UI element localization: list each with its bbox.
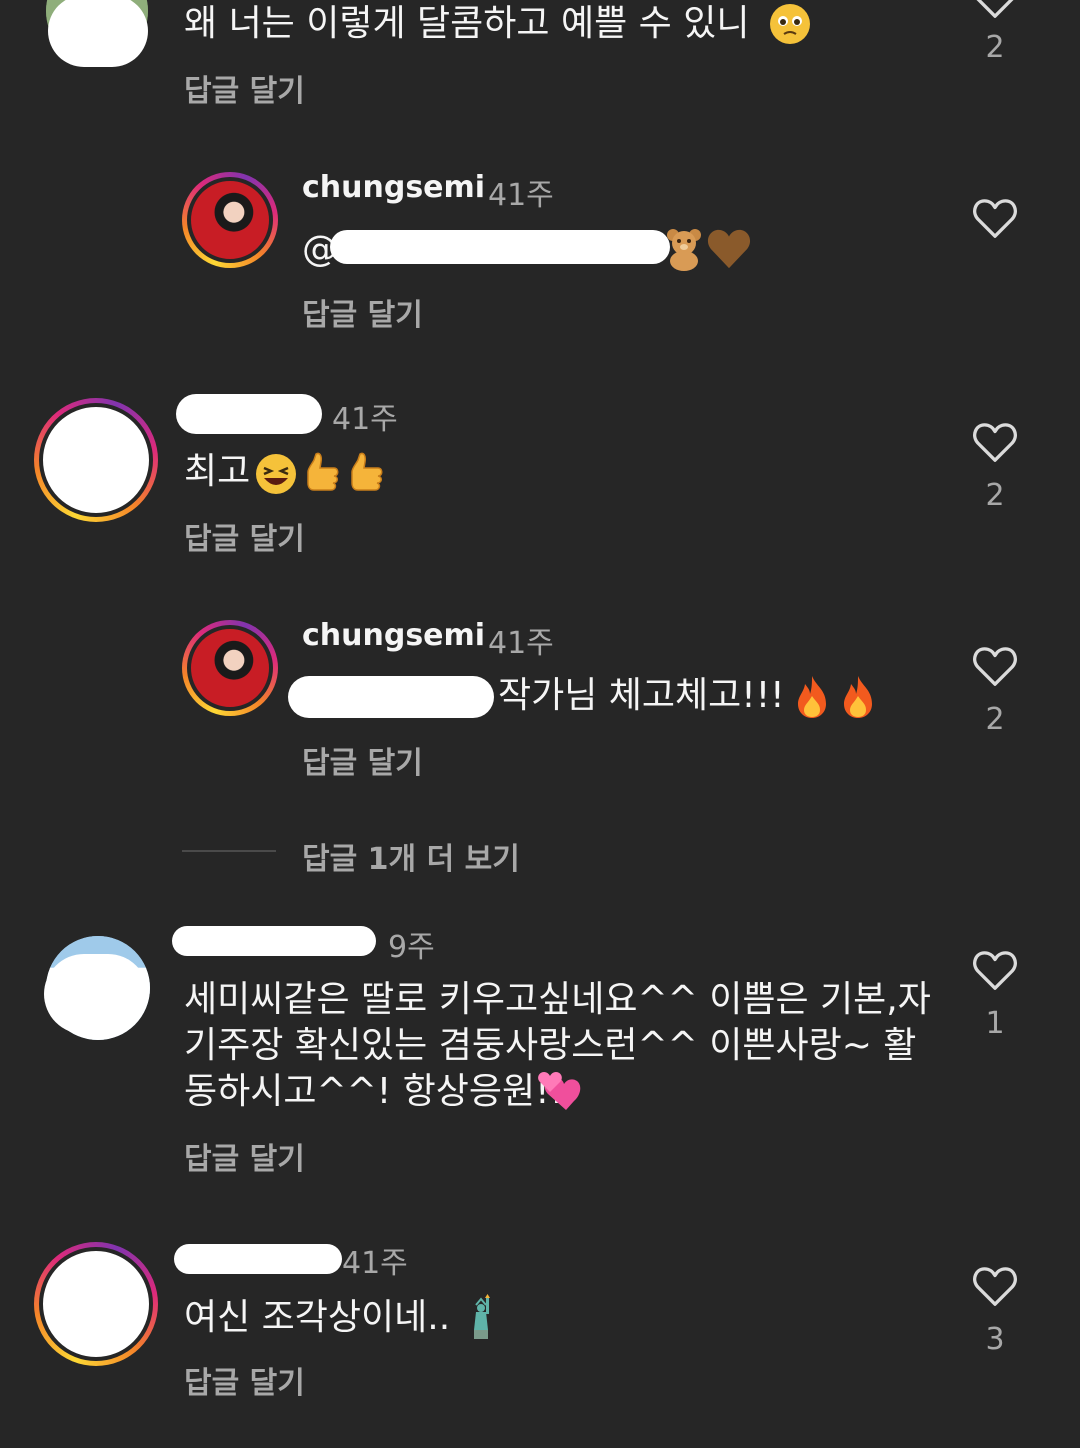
redaction-mask	[288, 676, 494, 718]
redaction-mask	[176, 394, 322, 434]
comment-timestamp: 41주	[488, 178, 554, 213]
reply-button[interactable]: 답글 달기	[184, 66, 305, 110]
heart-icon[interactable]	[972, 950, 1018, 992]
comment-text: 작가님 체고체고!!!	[498, 675, 785, 716]
thumbs-up-emoji-icon	[302, 450, 340, 496]
fire-emoji-icon	[792, 674, 832, 720]
like-count: 3	[985, 1322, 1005, 1357]
comment-timestamp: 41주	[488, 626, 554, 661]
reply-button[interactable]: 답글 달기	[184, 1134, 305, 1178]
brown-heart-emoji-icon	[706, 228, 752, 270]
reply-button[interactable]: 답글 달기	[184, 514, 305, 558]
two-hearts-emoji-icon	[536, 1070, 582, 1114]
pleading-face-emoji-icon	[768, 2, 812, 46]
comment-timestamp: 9주	[388, 930, 435, 965]
teddy-bear-emoji-icon	[664, 227, 704, 271]
comment-text: 여신 조각상이네..	[184, 1297, 451, 1338]
statue-of-liberty-emoji-icon	[462, 1294, 498, 1340]
redaction-mask	[330, 230, 670, 264]
redaction-mask	[48, 0, 148, 67]
like-count: 2	[985, 702, 1005, 737]
comment-timestamp: 41주	[332, 402, 398, 437]
chungsemi-avatar[interactable]	[182, 172, 278, 268]
redaction-mask	[172, 926, 376, 956]
commenter-avatar[interactable]	[34, 398, 158, 522]
like-count: 2	[985, 30, 1005, 65]
redaction-mask	[174, 1244, 342, 1274]
heart-icon[interactable]	[972, 646, 1018, 688]
heart-icon[interactable]	[972, 198, 1018, 240]
like-count: 1	[985, 1006, 1005, 1041]
chungsemi-avatar[interactable]	[182, 620, 278, 716]
thumbs-up-emoji-icon	[346, 450, 384, 496]
view-more-divider	[182, 850, 276, 852]
comment-username[interactable]: chungsemi	[302, 170, 485, 205]
comment-text: 왜 너는 이렇게 달콤하고 예쁠 수 있니	[184, 3, 750, 44]
laughing-face-emoji-icon	[254, 452, 298, 496]
comment-text-line: 동하시고^^! 항상응원!!	[184, 1071, 565, 1112]
reply-button[interactable]: 답글 달기	[184, 1358, 305, 1402]
heart-icon[interactable]	[972, 1266, 1018, 1308]
view-more-replies-button[interactable]: 답글 1개 더 보기	[302, 834, 520, 878]
comment-text-line: 세미씨같은 딸로 키우고싶네요^^ 이쁨은 기본,자	[184, 979, 931, 1020]
commenter-avatar[interactable]	[34, 1242, 158, 1366]
redaction-mask	[44, 954, 148, 1034]
comment-text-line: 기주장 확신있는 겸둥사랑스런^^ 이쁜사랑~ 활	[184, 1025, 917, 1066]
reply-button[interactable]: 답글 달기	[302, 738, 423, 782]
reply-button[interactable]: 답글 달기	[302, 290, 423, 334]
like-count: 2	[985, 478, 1005, 513]
heart-icon[interactable]	[972, 422, 1018, 464]
comment-timestamp: 41주	[342, 1246, 408, 1281]
comment-text: 최고	[184, 451, 251, 492]
heart-icon[interactable]	[972, 0, 1018, 20]
fire-emoji-icon	[838, 674, 878, 720]
comment-username[interactable]: chungsemi	[302, 618, 485, 653]
